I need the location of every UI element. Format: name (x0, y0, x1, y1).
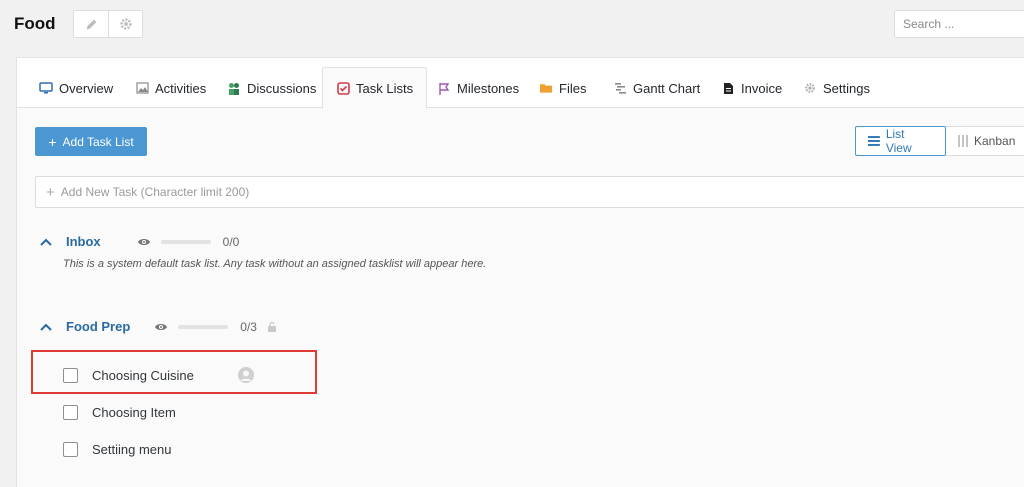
tab-label: Files (559, 80, 587, 96)
task-count: 0/0 (222, 234, 240, 249)
gear-icon (119, 18, 132, 30)
task-checkbox[interactable] (63, 404, 78, 420)
project-actions (73, 10, 143, 38)
task-title[interactable]: Choosing Item (92, 405, 176, 420)
tab-overview[interactable]: Overview (37, 68, 115, 108)
new-task-bar: + (35, 176, 1024, 208)
task-item: Settiing menu (63, 439, 172, 459)
people-icon (227, 81, 241, 95)
edit-project-button[interactable] (74, 11, 108, 37)
flag-icon (437, 81, 451, 95)
add-task-list-label: Add Task List (62, 134, 134, 149)
tab-label: Discussions (247, 80, 317, 96)
task-list-title[interactable]: Food Prep (66, 319, 130, 334)
image-icon (135, 81, 149, 95)
task-title[interactable]: Settiing menu (92, 442, 172, 457)
tab-invoice[interactable]: Invoice (719, 68, 784, 108)
plus-icon: + (48, 133, 57, 150)
task-checkbox[interactable] (63, 441, 78, 457)
task-title[interactable]: Choosing Cuisine (92, 368, 194, 383)
project-settings-button[interactable] (108, 11, 142, 37)
tab-discussions[interactable]: Discussions (225, 68, 318, 108)
gantt-icon (613, 81, 627, 95)
tab-label: Activities (155, 80, 207, 96)
gear-icon (803, 81, 817, 95)
tab-label: Gantt Chart (633, 80, 701, 96)
project-tabs: Overview Activities Discussions Task Lis… (17, 58, 1024, 109)
task-list-header-inbox: Inbox 0/0 (39, 234, 239, 249)
kanban-button[interactable]: Kanban (946, 126, 1024, 156)
eye-icon[interactable] (137, 237, 151, 247)
tab-task-lists[interactable]: Task Lists (322, 67, 428, 109)
new-task-input[interactable] (60, 185, 461, 199)
top-bar: Food (0, 0, 1024, 56)
tab-label: Task Lists (356, 80, 414, 96)
tab-gantt-chart[interactable]: Gantt Chart (611, 68, 702, 108)
tab-milestones[interactable]: Milestones (435, 68, 521, 108)
view-switch: List View Kanban (855, 126, 1024, 156)
add-task-list-button[interactable]: + Add Task List (35, 127, 147, 156)
chevron-up-icon[interactable] (39, 322, 53, 332)
folder-icon (539, 81, 553, 95)
tab-settings[interactable]: Settings (801, 68, 872, 108)
kanban-label: Kanban (974, 134, 1016, 148)
tab-label: Overview (59, 80, 114, 96)
tab-files[interactable]: Files (537, 68, 588, 108)
plus-icon: + (46, 183, 55, 201)
project-panel: Overview Activities Discussions Task Lis… (16, 57, 1024, 487)
tab-label: Invoice (741, 80, 783, 96)
task-item: Choosing Item (63, 402, 176, 422)
task-list-header-food-prep: Food Prep 0/3 (39, 319, 277, 334)
avatar[interactable] (237, 367, 254, 383)
monitor-icon (39, 81, 53, 95)
pencil-icon (86, 19, 96, 29)
eye-icon[interactable] (154, 322, 168, 332)
task-checkbox[interactable] (63, 367, 78, 383)
kanban-icon (958, 135, 968, 147)
list-view-label: List View (885, 127, 912, 155)
document-icon (721, 81, 735, 95)
tab-label: Milestones (457, 80, 520, 96)
list-icon (868, 136, 880, 146)
search-input[interactable] (894, 10, 1024, 38)
checkbox-icon (336, 81, 350, 95)
task-count: 0/3 (240, 319, 257, 334)
lock-icon[interactable] (267, 321, 277, 333)
project-title: Food (14, 14, 56, 33)
tab-activities[interactable]: Activities (133, 68, 208, 108)
chevron-up-icon[interactable] (39, 237, 53, 247)
tab-label: Settings (823, 80, 870, 96)
task-list-title[interactable]: Inbox (66, 234, 101, 249)
task-list-description: This is a system default task list. Any … (63, 258, 487, 270)
progress-bar (160, 239, 211, 244)
progress-bar (178, 324, 229, 329)
task-item: Choosing Cuisine (63, 365, 254, 385)
user-icon (237, 367, 254, 383)
list-view-button[interactable]: List View (855, 126, 946, 156)
